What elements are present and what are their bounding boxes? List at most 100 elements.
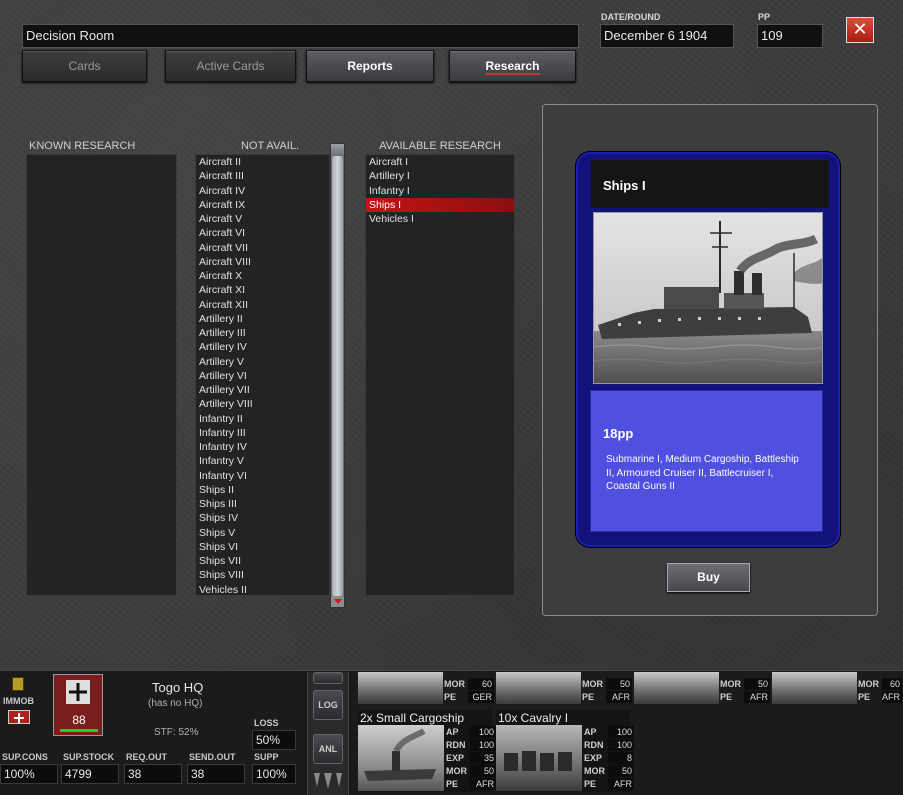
available-research-label: AVAILABLE RESEARCH [379,140,501,152]
pp-field: 109 [757,24,823,48]
unit-stats: MOR 60 PE AFR [858,678,902,703]
list-item[interactable]: Ships V [196,526,329,540]
unit-portrait[interactable]: 88 [53,674,103,736]
unit-stats: MOR 50 PE AFR [582,678,632,703]
tab-reports[interactable]: Reports [306,50,434,82]
unit-card-cargoship[interactable]: 2x Small Cargoship AP 100 RDN 100 EXP 35 MO… [358,710,496,792]
req-out-field: 38 [124,764,182,784]
list-item[interactable]: Aircraft VII [196,241,329,255]
unit-thumb[interactable] [358,672,443,704]
loss-field: 50% [252,730,296,750]
list-item[interactable]: Ships I [366,197,514,212]
not-available-list[interactable]: Aircraft II Aircraft III Aircraft IV Aircra… [195,154,330,596]
nation-flag-icon [8,710,30,724]
unit-health-bar [60,729,98,732]
unit-stats: MOR 60 PE GER [444,678,494,703]
list-item[interactable]: Infantry V [196,454,329,468]
log-button[interactable]: LOG [313,690,343,720]
supp-label: SUPP [254,752,279,762]
list-item[interactable]: Ships IV [196,511,329,525]
req-out-label: REQ.OUT [126,752,168,762]
known-research-label: KNOWN RESEARCH [29,140,136,152]
date-field: December 6 1904 [600,24,734,48]
send-out-label: SEND.OUT [189,752,236,762]
hud-side-button-top[interactable] [313,672,343,684]
supply-icon [12,677,24,691]
unit-card-title: 10x Cavalry I [498,711,569,725]
close-icon: ✕ [852,19,868,39]
hq-name: Togo HQ [152,680,204,695]
scroll-thumb[interactable] [332,156,343,596]
sup-stock-field: 4799 [61,764,119,784]
unit-card-cavalry[interactable]: 10x Cavalry I AP 100 RDN 100 EXP 8 MOR 50 PE… [496,710,634,792]
window-title: Decision Room [22,24,579,48]
unit-thumb[interactable] [496,672,581,704]
list-item[interactable]: Aircraft I [366,155,514,169]
known-research-list[interactable] [26,154,177,596]
battleship-photo [593,212,823,384]
list-item[interactable]: Infantry II [196,412,329,426]
list-item[interactable]: Aircraft X [196,269,329,283]
tab-research[interactable]: Research [449,50,576,82]
tab-active-cards[interactable]: Active Cards [165,50,296,82]
list-item[interactable]: Ships VII [196,554,329,568]
sup-cons-label: SUP.CONS [2,752,48,762]
list-item[interactable]: Aircraft VIII [196,255,329,269]
stf-value: STF: 52% [154,727,199,738]
sup-stock-label: SUP.STOCK [63,752,115,762]
list-item[interactable]: Artillery III [196,326,329,340]
unit-card-stats: AP 100 RDN 100 EXP 8 MOR 50 PE AFR [584,726,634,790]
unit-card-stats: AP 100 RDN 100 EXP 35 MOR 50 PE AFR [446,726,496,790]
scroll-down-icon[interactable] [331,596,344,607]
list-item[interactable]: Aircraft IV [196,184,329,198]
list-item[interactable]: Ships VIII [196,568,329,582]
close-button[interactable]: ✕ [846,17,874,43]
unit-card-title: 2x Small Cargoship [360,711,465,725]
unit-thumb[interactable] [634,672,719,704]
list-item[interactable]: Infantry I [366,184,514,198]
tab-cards[interactable]: Cards [22,50,147,82]
immob-label: IMMOB [3,696,34,706]
list-item[interactable]: Artillery V [196,355,329,369]
list-item[interactable]: Infantry IV [196,440,329,454]
loss-label: LOSS [254,718,279,728]
available-research-list[interactable]: Aircraft I Artillery I Infantry I Ships I Ve… [365,154,515,596]
pp-label: PP [758,12,771,22]
buy-button[interactable]: Buy [667,563,750,592]
list-item[interactable]: Aircraft V [196,212,329,226]
anl-button[interactable]: ANL [313,734,343,764]
list-item[interactable]: Artillery I [366,169,514,183]
card-cost: 18pp [603,426,634,441]
supp-field: 100% [252,764,296,784]
list-item[interactable]: Aircraft XI [196,283,329,297]
list-item[interactable]: Vehicles I [366,212,514,226]
scroll-up-icon[interactable] [331,144,344,156]
list-item[interactable]: Artillery IV [196,340,329,354]
not-avail-label: NOT AVAIL. [240,140,300,152]
cargoship-photo [358,725,444,791]
scroll-down-arrows-icon[interactable] [312,771,344,791]
list-item[interactable]: Ships VI [196,540,329,554]
card-title: Ships I [603,178,646,193]
list-item[interactable]: Aircraft IX [196,198,329,212]
send-out-field: 38 [187,764,245,784]
list-item[interactable]: Ships III [196,497,329,511]
list-item[interactable]: Artillery VIII [196,397,329,411]
list-item[interactable]: Aircraft III [196,169,329,183]
list-item[interactable]: Aircraft XII [196,298,329,312]
list-item[interactable]: Aircraft II [196,155,329,169]
unit-stats: MOR 50 PE AFR [720,678,770,703]
list-item[interactable]: Ships II [196,483,329,497]
hq-subtitle: (has no HQ) [148,698,203,709]
list-item[interactable]: Vehicles II [196,583,329,596]
list-item[interactable]: Artillery VI [196,369,329,383]
list-item[interactable]: Artillery VII [196,383,329,397]
sup-cons-field: 100% [0,764,58,784]
list-item[interactable]: Infantry VI [196,469,329,483]
list-item[interactable]: Infantry III [196,426,329,440]
list-item[interactable]: Aircraft VI [196,226,329,240]
unit-thumb[interactable] [772,672,857,704]
unit-strength: 88 [72,713,86,727]
not-available-scrollbar[interactable] [330,143,345,608]
list-item[interactable]: Artillery II [196,312,329,326]
